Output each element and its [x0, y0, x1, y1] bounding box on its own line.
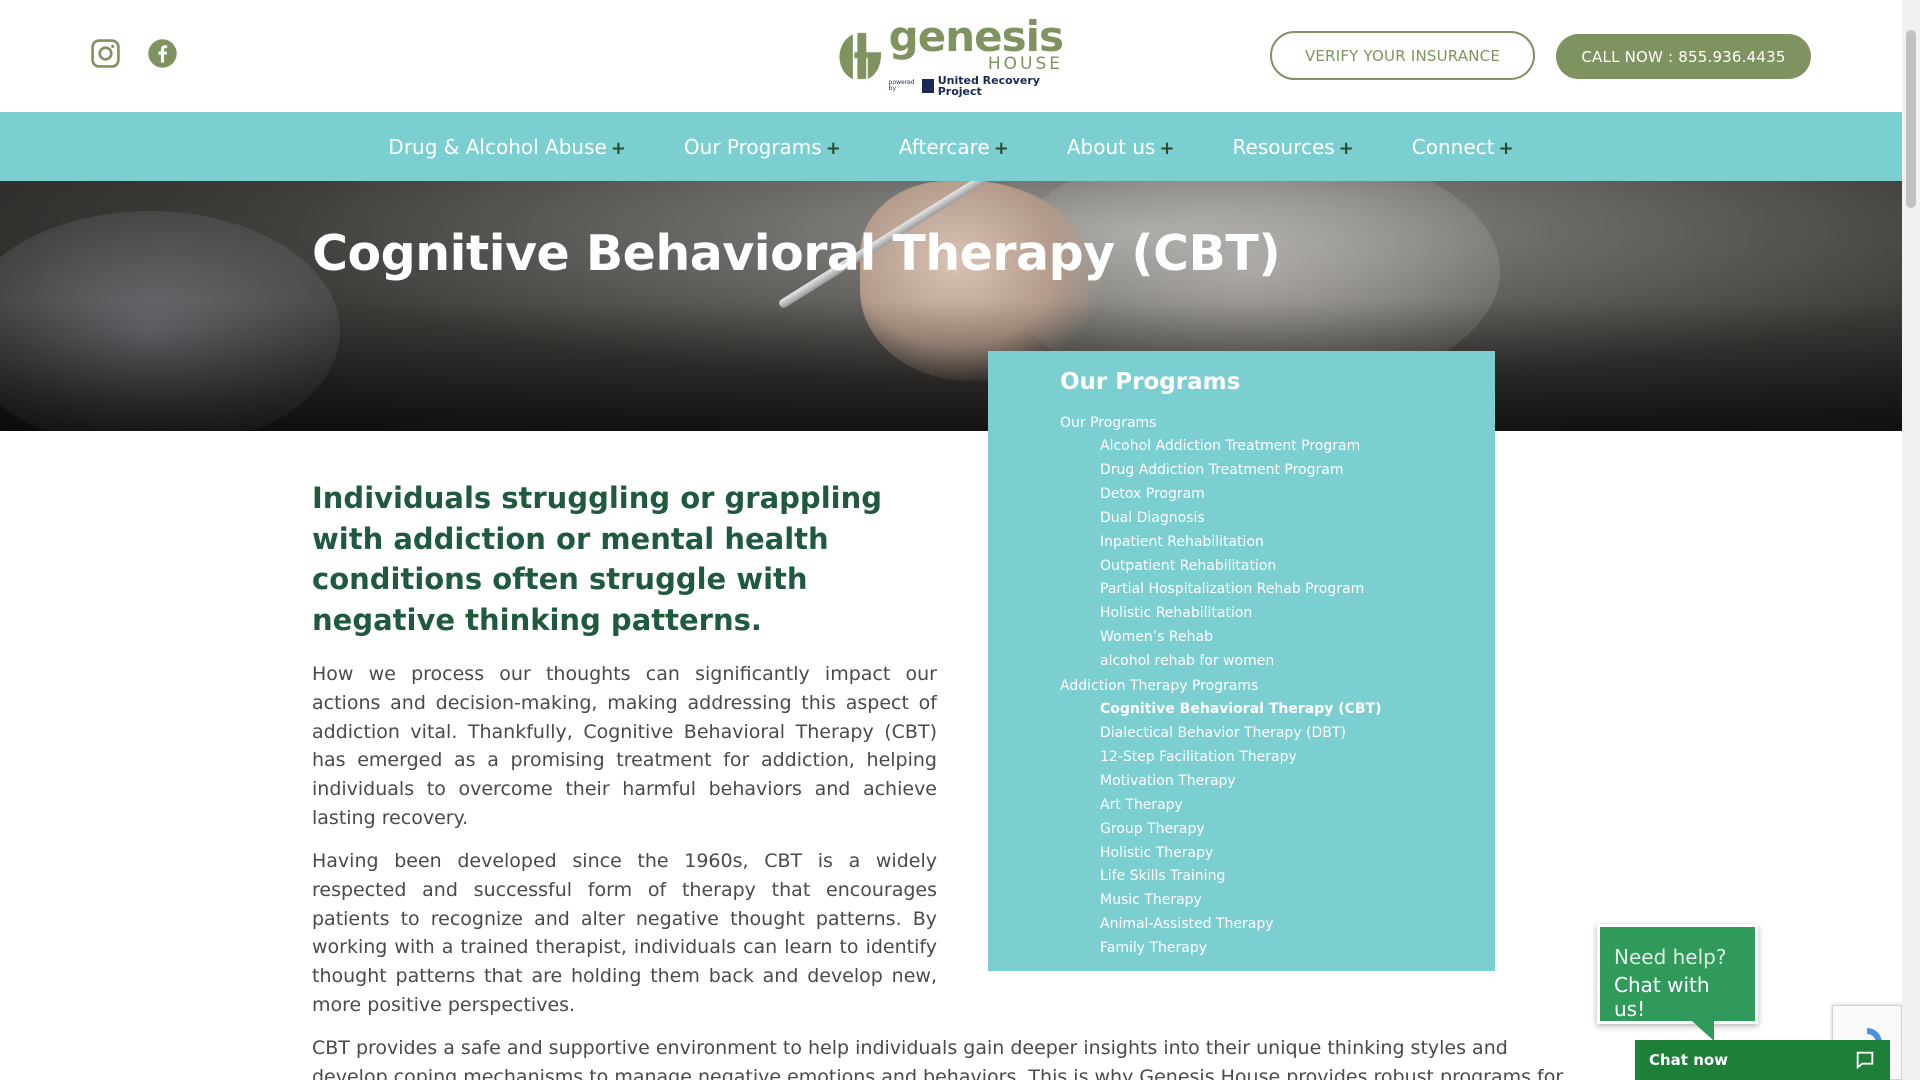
nav-item-label: Aftercare — [898, 134, 990, 159]
sidebar-item[interactable]: Partial Hospitalization Rehab Program — [1060, 578, 1495, 602]
nav-item-label: Drug & Alcohol Abuse — [388, 134, 607, 159]
sidebar-item[interactable]: Music Therapy — [1060, 889, 1495, 913]
chat-now-bar[interactable]: Chat now — [1635, 1040, 1890, 1080]
genesis-logo-mark-icon — [839, 32, 882, 80]
nav-item-label: Resources — [1232, 134, 1335, 159]
hero-banner: Cognitive Behavioral Therapy (CBT) — [0, 181, 1902, 431]
sidebar-item[interactable]: Holistic Rehabilitation — [1060, 602, 1495, 626]
plus-icon: + — [993, 137, 1009, 159]
nav-item-label: Our Programs — [683, 134, 822, 159]
sidebar-item[interactable]: Inpatient Rehabilitation — [1060, 531, 1495, 555]
social-links — [90, 38, 178, 69]
verify-insurance-button[interactable]: VERIFY YOUR INSURANCE — [1270, 31, 1535, 80]
nav-item-label: About us — [1066, 134, 1156, 159]
chat-bubble-line2: Chat with us! — [1614, 973, 1710, 1021]
sidebar-item[interactable]: Group Therapy — [1060, 818, 1495, 842]
nav-item-aftercare[interactable]: Aftercare + — [899, 135, 1009, 159]
body-paragraph: Having been developed since the 1960s, C… — [312, 850, 937, 1016]
sidebar-item[interactable]: Life Skills Training — [1060, 865, 1495, 889]
sidebar-group-our-programs[interactable]: Our Programs — [1060, 411, 1495, 435]
sidebar-item[interactable]: Drug Addiction Treatment Program — [1060, 459, 1495, 483]
nav-item-connect[interactable]: Connect + — [1412, 135, 1514, 159]
nav-item-our-programs[interactable]: Our Programs + — [684, 135, 841, 159]
sidebar-item[interactable]: Art Therapy — [1060, 794, 1495, 818]
plus-icon: + — [610, 137, 626, 159]
plus-icon: + — [825, 137, 841, 159]
sidebar-item[interactable]: 12-Step Facilitation Therapy — [1060, 746, 1495, 770]
page-title: Cognitive Behavioral Therapy (CBT) — [312, 225, 1281, 282]
body-paragraph: CBT provides a safe and supportive envir… — [312, 1037, 1564, 1080]
chat-now-label: Chat now — [1649, 1051, 1729, 1069]
chat-bubble-line1: Need help? — [1614, 945, 1727, 969]
body-paragraph: How we process our thoughts can signific… — [312, 663, 937, 829]
urp-flag-icon — [922, 78, 934, 93]
chat-help-bubble[interactable]: Need help? Chat with us! — [1597, 924, 1758, 1041]
main-nav: Drug & Alcohol Abuse + Our Programs + Af… — [0, 112, 1902, 181]
call-now-button[interactable]: CALL NOW : 855.936.4435 — [1556, 34, 1811, 79]
sidebar-item[interactable]: Dual Diagnosis — [1060, 507, 1495, 531]
site-header: genesis HOUSE powered by United Recovery… — [0, 0, 1902, 112]
sidebar-group-addiction-therapy-programs[interactable]: Addiction Therapy Programs — [1060, 674, 1495, 698]
sidebar-item[interactable]: Dialectical Behavior Therapy (DBT) — [1060, 722, 1495, 746]
nav-item-about-us[interactable]: About us + — [1067, 135, 1175, 159]
sidebar-item[interactable]: alcohol rehab for women — [1060, 650, 1495, 674]
nav-item-resources[interactable]: Resources + — [1233, 135, 1354, 159]
logo-powered-by: powered by United Recovery Project — [889, 75, 1063, 97]
logo-org-name: United Recovery Project — [937, 73, 1040, 98]
sidebar-heading: Our Programs — [1060, 369, 1241, 395]
site-logo[interactable]: genesis HOUSE powered by United Recovery… — [838, 11, 1064, 97]
sidebar-item[interactable]: Detox Program — [1060, 483, 1495, 507]
logo-wordmark: genesis HOUSE powered by United Recovery… — [888, 11, 1064, 97]
sidebar-item[interactable]: Outpatient Rehabilitation — [1060, 555, 1495, 579]
sidebar-item[interactable]: Women’s Rehab — [1060, 626, 1495, 650]
logo-powered-by-text: powered by — [888, 78, 915, 92]
plus-icon: + — [1159, 137, 1175, 159]
page-scrollbar[interactable] — [1902, 0, 1920, 1080]
scrollbar-thumb[interactable] — [1906, 30, 1916, 208]
nav-item-drug-alcohol-abuse[interactable]: Drug & Alcohol Abuse + — [388, 135, 625, 159]
instagram-icon[interactable] — [90, 38, 121, 69]
sidebar-item[interactable]: Animal-Assisted Therapy — [1060, 913, 1495, 937]
sidebar-item[interactable]: Holistic Therapy — [1060, 842, 1495, 866]
chat-icon — [1856, 1051, 1874, 1070]
intro-heading: Individuals struggling or grappling with… — [312, 481, 882, 637]
facebook-icon[interactable] — [147, 38, 178, 69]
nav-item-label: Connect — [1411, 134, 1495, 159]
chat-bubble-tail — [1692, 1021, 1714, 1041]
programs-sidebar: Our Programs Our Programs Alcohol Addict… — [988, 351, 1495, 971]
plus-icon: + — [1498, 137, 1514, 159]
logo-genesis: genesis — [888, 11, 1064, 61]
sidebar-item[interactable]: Family Therapy — [1060, 937, 1495, 961]
plus-icon: + — [1338, 137, 1354, 159]
hero-fade-overlay — [0, 301, 1902, 431]
sidebar-item[interactable]: Alcohol Addiction Treatment Program — [1060, 435, 1495, 459]
sidebar-item-active[interactable]: Cognitive Behavioral Therapy (CBT) — [1060, 698, 1495, 722]
sidebar-item[interactable]: Motivation Therapy — [1060, 770, 1495, 794]
